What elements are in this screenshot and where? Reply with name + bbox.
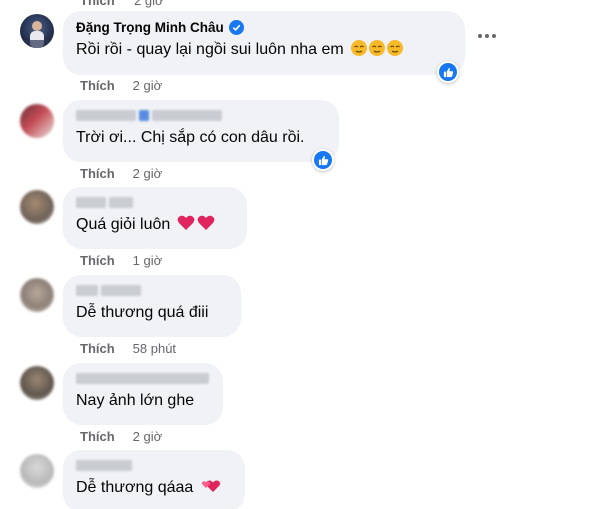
comment-bubble: Dễ thương quá điii [63, 275, 241, 337]
avatar[interactable] [20, 278, 54, 312]
more-options-icon[interactable] [478, 34, 496, 38]
comment-timestamp[interactable]: 58 phút [133, 341, 176, 356]
like-icon [439, 63, 457, 81]
comment-bubble: Đặng Trọng Minh Châu Rồi rồi - quay lại … [63, 11, 465, 75]
comment-author[interactable] [76, 195, 233, 210]
comment-text: Rồi rồi - quay lại ngồi sui luôn nha em [76, 41, 344, 58]
avatar[interactable] [20, 190, 54, 224]
reaction-count[interactable] [312, 149, 334, 171]
comment-bubble: Trời ơi... Chị sắp có con dâu rồi. [63, 100, 339, 162]
comment-text: Dễ thương qáaa [76, 479, 194, 496]
verified-badge-icon [228, 19, 244, 35]
comment-author[interactable] [76, 371, 209, 386]
like-icon [314, 151, 332, 169]
comment-author[interactable] [76, 283, 227, 298]
comment-bubble: Nay ảnh lớn ghe [63, 363, 223, 425]
like-action[interactable]: Thích [80, 429, 115, 444]
top-like-action[interactable]: Thích [80, 0, 115, 8]
like-action[interactable]: Thích [80, 253, 115, 268]
comment-timestamp[interactable]: 2 giờ [133, 166, 163, 181]
comment-author[interactable]: Đặng Trọng Minh Châu [76, 20, 224, 35]
comment-author[interactable] [76, 458, 231, 473]
reaction-count[interactable] [437, 61, 459, 83]
red-heart-emoji [177, 214, 217, 238]
like-action[interactable]: Thích [80, 341, 115, 356]
comment-bubble: Quá giỏi luôn [63, 187, 247, 249]
comment-text: Dễ thương quá điii [76, 304, 209, 321]
avatar[interactable] [20, 366, 54, 400]
comment-timestamp[interactable]: 1 giờ [133, 253, 163, 268]
comment-bubble: Dễ thương qáaa [63, 450, 245, 509]
like-action[interactable]: Thích [80, 166, 115, 181]
avatar[interactable] [20, 14, 54, 48]
comment-text: Trời ơi... Chị sắp có con dâu rồi. [76, 129, 305, 146]
comment-text: Quá giỏi luôn [76, 216, 171, 233]
comment-timestamp[interactable]: 2 giờ [133, 78, 163, 93]
comment-text: Nay ảnh lớn ghe [76, 392, 195, 409]
like-action[interactable]: Thích [80, 78, 115, 93]
profile-photo [20, 21, 54, 48]
avatar[interactable] [20, 454, 54, 488]
avatar[interactable] [20, 104, 54, 138]
relieved-face-emoji [350, 39, 404, 63]
two-hearts-emoji [200, 477, 222, 501]
comment-timestamp[interactable]: 2 giờ [133, 429, 163, 444]
top-timestamp[interactable]: 2 giờ [134, 0, 164, 8]
comment-author[interactable] [76, 108, 325, 123]
